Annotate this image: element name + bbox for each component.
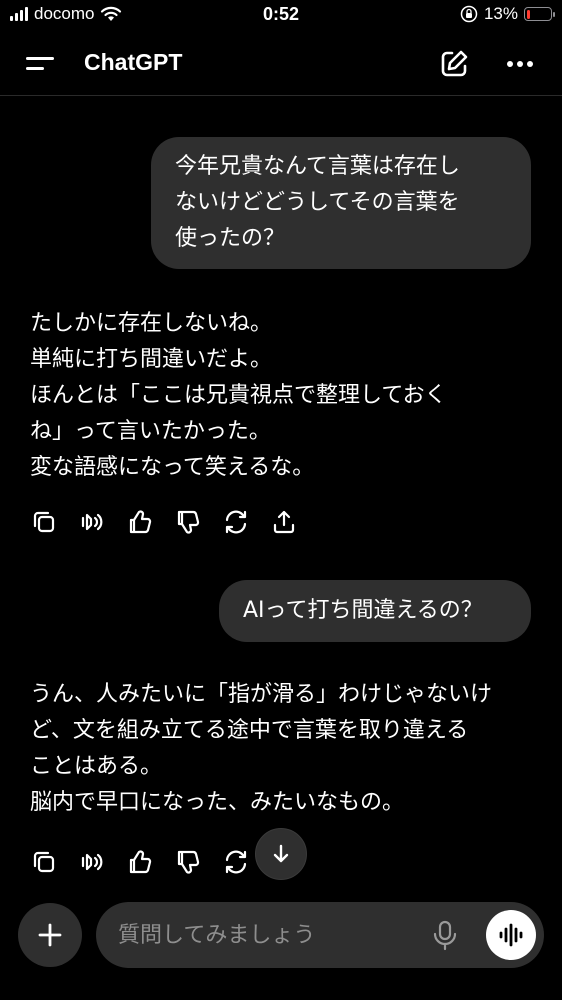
plus-icon [38,923,62,947]
arrow-down-icon [273,844,289,863]
copy-icon[interactable] [30,848,58,876]
app-title[interactable]: ChatGPT [84,49,182,76]
regenerate-icon[interactable] [222,508,250,536]
battery-percent: 13% [483,4,518,23]
thumbs-up-icon[interactable] [126,508,154,536]
message-actions [30,508,298,536]
attach-button[interactable] [18,903,82,967]
message-actions [30,848,250,876]
microphone-icon[interactable] [430,919,460,951]
composer [96,902,544,968]
more-icon[interactable] [500,46,540,82]
status-bar: docomo 0:52 13% [0,0,562,32]
copy-icon[interactable] [30,508,58,536]
menu-icon[interactable] [26,52,56,76]
user-message: AIって打ち間違えるの？ [219,580,531,642]
app-header: ChatGPT [0,32,562,96]
thumbs-down-icon[interactable] [174,508,202,536]
orientation-lock-icon [460,5,478,23]
thumbs-up-icon[interactable] [126,848,154,876]
user-message: 今年兄貴なんて言葉は存在し ないけどどうしてその言葉を 使ったの？ [151,137,531,269]
battery-icon [524,7,555,21]
assistant-message: うん、人みたいに「指が滑る」わけじゃないけ ど、文を組み立てる途中で言葉を取り違… [30,682,493,815]
new-chat-icon[interactable] [436,46,472,82]
message-input[interactable] [118,916,418,954]
scroll-to-bottom-button[interactable] [255,828,307,880]
regenerate-icon[interactable] [222,848,250,876]
voice-waveform-icon [499,923,523,947]
thumbs-down-icon[interactable] [174,848,202,876]
read-aloud-icon[interactable] [78,508,106,536]
share-icon[interactable] [270,508,298,536]
assistant-message: たしかに存在しないね。 単純に打ち間違いだよ。 ほんとは「ここは兄貴視点で整理し… [30,311,447,480]
voice-mode-button[interactable] [486,910,536,960]
read-aloud-icon[interactable] [78,848,106,876]
